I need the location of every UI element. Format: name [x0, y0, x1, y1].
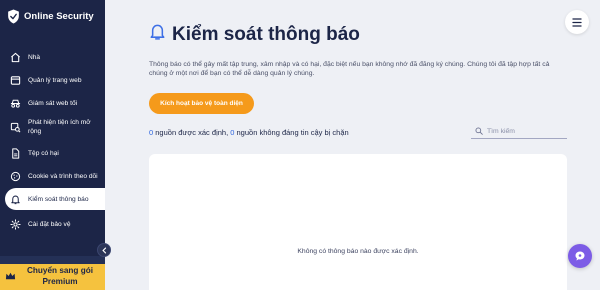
sidebar-item-notification-control[interactable]: Kiểm soát thông báo	[5, 188, 105, 210]
sidebar-item-label: Kiểm soát thông báo	[28, 195, 89, 203]
sidebar-item-cookies-trackers[interactable]: Cookie và trình theo dõi	[0, 169, 105, 183]
sidebar-item-label: Giám sát web tối	[28, 99, 78, 107]
search-icon	[475, 127, 483, 135]
bell-icon	[9, 193, 21, 205]
sidebar-item-label: Tệp có hại	[28, 149, 59, 157]
identified-label: nguồn được xác định,	[153, 128, 231, 137]
notifications-panel: Không có thông báo nào được xác định.	[149, 154, 567, 290]
crown-icon	[5, 272, 16, 280]
chat-support-button[interactable]	[568, 244, 592, 268]
sidebar-item-label: Cài đặt bảo vệ	[28, 220, 71, 228]
page-description: Thông báo có thể gây mất tập trung, xâm …	[149, 61, 550, 77]
untrusted-label: nguồn không đáng tin cậy bị chặn	[234, 128, 349, 137]
account-strip[interactable]	[0, 256, 105, 264]
file-icon	[9, 147, 21, 159]
hamburger-icon	[572, 17, 582, 27]
brand-name: Online Security	[24, 11, 94, 22]
incognito-icon	[9, 97, 21, 109]
brand[interactable]: Online Security	[7, 9, 94, 24]
bell-icon	[149, 23, 166, 46]
sidebar: Online Security Nhà Quản lý trang web Gi…	[0, 0, 105, 290]
cookie-icon	[9, 170, 21, 182]
empty-state-message: Không có thông báo nào được xác định.	[297, 248, 419, 255]
sidebar-item-label: Nhà	[28, 53, 41, 61]
gear-icon	[9, 218, 21, 230]
home-icon	[9, 51, 21, 63]
sidebar-item-dark-web[interactable]: Giám sát web tối	[0, 96, 105, 110]
page-title: Kiểm soát thông báo	[172, 23, 360, 45]
menu-button[interactable]	[565, 10, 589, 34]
collapse-sidebar-button[interactable]	[97, 243, 111, 257]
main-content: Kiểm soát thông báo Thông báo có thể gây…	[105, 0, 600, 290]
browser-window-icon	[9, 74, 21, 86]
premium-label: Chuyển sang gói Premium	[27, 266, 93, 286]
sidebar-item-harmful-files[interactable]: Tệp có hại	[0, 146, 105, 160]
shield-check-icon	[8, 9, 19, 24]
sidebar-item-label: Quản lý trang web	[28, 76, 82, 84]
sidebar-item-website-management[interactable]: Quản lý trang web	[0, 73, 105, 87]
sources-summary: 0 nguồn được xác định, 0 nguồn không đán…	[149, 128, 349, 137]
chat-icon	[575, 251, 585, 261]
chevron-left-icon	[101, 246, 106, 254]
search-box[interactable]	[471, 124, 567, 139]
activate-protection-button[interactable]: Kích hoạt bảo vệ toàn diện	[149, 93, 254, 114]
page-header: Kiểm soát thông báo	[149, 23, 360, 46]
search-input[interactable]	[487, 127, 567, 135]
sidebar-item-home[interactable]: Nhà	[0, 50, 105, 64]
extension-scan-icon	[9, 121, 21, 133]
sidebar-item-extension-detection[interactable]: Phát hiện tiện ích mở rộng	[0, 116, 105, 138]
sidebar-item-label: Phát hiện tiện ích mở rộng	[28, 119, 91, 135]
upgrade-premium-button[interactable]: Chuyển sang gói Premium	[0, 264, 105, 290]
sidebar-item-protection-settings[interactable]: Cài đặt bảo vệ	[0, 217, 105, 231]
sidebar-item-label: Cookie và trình theo dõi	[28, 172, 98, 180]
